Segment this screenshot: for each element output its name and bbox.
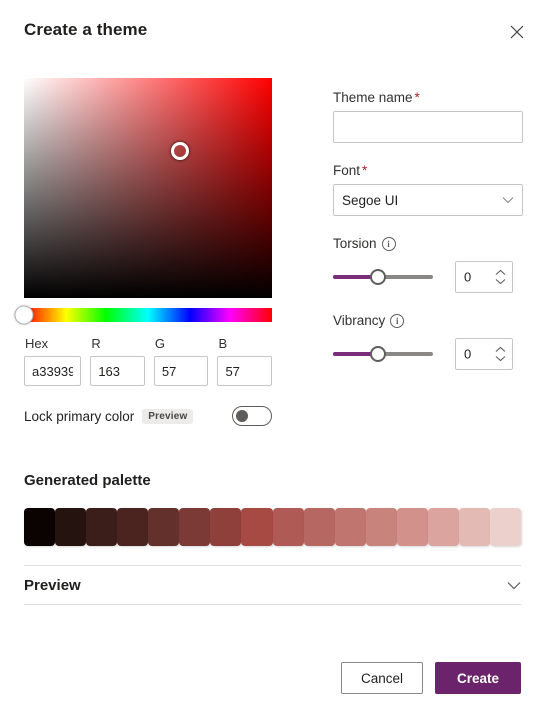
lock-primary-color-label: Lock primary color [24,408,135,424]
theme-name-label: Theme name * [333,90,523,105]
vibrancy-slider-thumb[interactable] [370,346,386,362]
green-input[interactable] [153,356,209,386]
palette-swatch[interactable] [86,508,118,546]
torsion-label: Torsion [333,236,377,251]
palette-swatch[interactable] [365,508,397,546]
hue-slider-thumb[interactable] [14,305,34,325]
dialog-footer: Cancel Create [0,646,545,716]
blue-field-group: B [217,336,273,386]
dialog-header: Create a theme [0,0,545,60]
hex-input[interactable] [24,356,82,386]
required-asterisk: * [362,163,368,178]
hex-label: Hex [25,336,49,351]
torsion-slider-thumb[interactable] [370,269,386,285]
hue-gradient-strip [24,308,272,322]
hue-slider[interactable] [14,305,272,325]
close-icon [510,25,524,39]
saturation-value-area[interactable] [24,78,272,298]
palette-swatch[interactable] [458,508,490,546]
vibrancy-stepper-buttons [495,346,506,362]
palette-swatch[interactable] [179,508,211,546]
required-asterisk: * [414,90,420,105]
color-picker-panel: Hex R G B Lock primary color Preview [14,78,273,426]
palette-swatch[interactable] [427,508,459,546]
vibrancy-label: Vibrancy [333,313,386,328]
font-select-value: Segoe UI [342,192,399,208]
red-label: R [91,336,101,351]
palette-swatch[interactable] [117,508,149,546]
preview-accordion-title: Preview [24,576,81,594]
page-title: Create a theme [24,20,148,39]
blue-input[interactable] [217,356,273,386]
lock-primary-color-row: Lock primary color Preview [24,406,272,426]
palette-swatch[interactable] [148,508,180,546]
vibrancy-stepper[interactable]: 0 [455,338,513,370]
palette-swatch[interactable] [396,508,428,546]
create-theme-dialog: Create a theme Hex R [0,0,545,716]
green-field-group: G [153,336,209,386]
palette-swatch-list [24,508,521,546]
palette-swatch[interactable] [210,508,242,546]
theme-settings-panel: Theme name * Font * Segoe UI Torsion i 0… [333,90,523,370]
font-label: Font * [333,163,523,178]
torsion-value: 0 [464,269,472,285]
chevron-down-icon[interactable] [495,356,506,362]
torsion-label-row: Torsion i [333,236,523,251]
toggle-knob [236,410,248,422]
chevron-up-icon[interactable] [495,269,506,276]
info-icon[interactable]: i [381,236,396,251]
palette-swatch[interactable] [241,508,273,546]
saturation-value-thumb[interactable] [171,141,190,160]
blue-label: B [218,336,228,351]
torsion-control-row: 0 [333,261,523,293]
cancel-button[interactable]: Cancel [341,662,423,694]
palette-swatch[interactable] [55,508,87,546]
vibrancy-label-row: Vibrancy i [333,313,523,328]
torsion-stepper[interactable]: 0 [455,261,513,293]
font-select-wrap: Segoe UI [333,184,523,216]
font-select[interactable]: Segoe UI [333,184,523,216]
font-label-text: Font [333,163,361,178]
palette-swatch[interactable] [272,508,304,546]
red-field-group: R [90,336,145,386]
vibrancy-slider[interactable] [333,345,433,363]
lock-primary-color-toggle[interactable] [232,406,272,426]
vibrancy-control-row: 0 [333,338,523,370]
theme-name-input[interactable] [333,111,523,143]
palette-swatch[interactable] [489,508,521,546]
generated-palette-section: Generated palette [24,472,521,546]
info-icon[interactable]: i [390,313,405,328]
theme-name-label-text: Theme name [333,90,413,105]
preview-badge: Preview [142,408,194,424]
close-button[interactable] [503,18,531,46]
create-button[interactable]: Create [435,662,521,694]
chevron-down-icon [507,581,521,590]
hex-field-group: Hex [24,336,82,386]
generated-palette-title: Generated palette [24,472,151,489]
chevron-down-icon[interactable] [495,279,506,285]
torsion-stepper-buttons [495,269,506,285]
palette-swatch[interactable] [303,508,335,546]
preview-accordion[interactable]: Preview [24,565,521,605]
palette-swatch[interactable] [334,508,366,546]
torsion-slider[interactable] [333,268,433,286]
vibrancy-value: 0 [464,346,472,362]
color-value-fields: Hex R G B [24,336,273,386]
chevron-up-icon[interactable] [495,346,506,353]
red-input[interactable] [90,356,145,386]
green-label: G [154,336,166,351]
palette-swatch[interactable] [24,508,56,546]
